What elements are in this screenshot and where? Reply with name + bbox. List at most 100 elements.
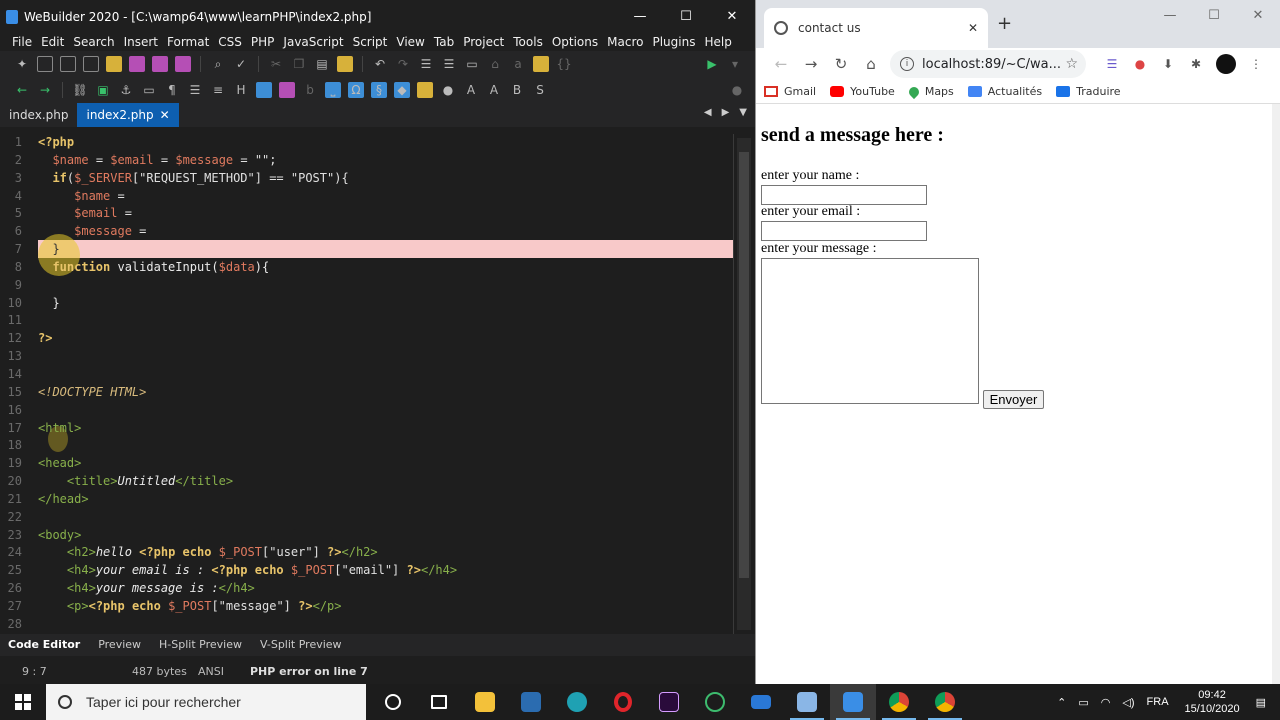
bold-icon[interactable]: B	[509, 82, 525, 98]
tab-scroll-left-icon[interactable]: ◀	[704, 107, 712, 118]
menu-script[interactable]: Script	[353, 35, 388, 49]
editor-close-button[interactable]: ✕	[709, 0, 755, 33]
menu-css[interactable]: CSS	[218, 35, 242, 49]
font-size-down-icon[interactable]: A	[486, 82, 502, 98]
table-icon[interactable]	[256, 82, 272, 98]
editor-minimize-button[interactable]: —	[617, 0, 663, 33]
menu-options[interactable]: Options	[552, 35, 598, 49]
forward-arrow-icon[interactable]: →	[37, 82, 53, 98]
folder-icon[interactable]	[533, 56, 549, 72]
menu-plugins[interactable]: Plugins	[652, 35, 695, 49]
menu-project[interactable]: Project	[463, 35, 504, 49]
outdent-icon[interactable]: ☰	[441, 56, 457, 72]
code-editor[interactable]: 1 2 3 4 5 6 7 8 9 10 11 12 13 14 15 16 17 18 19 20 21 22 23 24 2…	[0, 134, 755, 634]
menu-view[interactable]: View	[396, 35, 424, 49]
taskbar-store[interactable]	[508, 684, 554, 720]
cut-icon[interactable]: ✂	[268, 56, 284, 72]
menu-format[interactable]: Format	[167, 35, 209, 49]
tab-list-icon[interactable]: ▼	[739, 107, 747, 118]
open-folder-icon[interactable]	[106, 56, 122, 72]
start-button[interactable]	[0, 684, 46, 720]
bookmark-youtube[interactable]: YouTube	[830, 85, 895, 98]
back-arrow-icon[interactable]: ←	[14, 82, 30, 98]
paste-icon[interactable]: ▤	[314, 56, 330, 72]
back-icon[interactable]: ←	[766, 55, 796, 73]
snippet-icon[interactable]: ◆	[394, 82, 410, 98]
taskbar-chrome-2[interactable]	[922, 684, 968, 720]
copy-icon[interactable]: ❐	[291, 56, 307, 72]
taskbar-opera[interactable]	[600, 684, 646, 720]
menu-tools[interactable]: Tools	[513, 35, 543, 49]
image-icon[interactable]: ▣	[95, 82, 111, 98]
taskbar-search[interactable]: Taper ici pour rechercher	[46, 684, 366, 720]
page-scrollbar[interactable]	[1272, 104, 1280, 684]
input-language[interactable]: FRA	[1147, 696, 1169, 708]
menu-tab[interactable]: Tab	[434, 35, 454, 49]
menu-javascript[interactable]: JavaScript	[283, 35, 343, 49]
new-tab-button[interactable]: +	[997, 13, 1012, 34]
anchor-icon[interactable]: ⚓	[118, 82, 134, 98]
submit-button[interactable]: Envoyer	[983, 390, 1044, 409]
brush-icon[interactable]	[417, 82, 433, 98]
bookmark-star-icon[interactable]: ☆	[1065, 56, 1078, 72]
menu-php[interactable]: PHP	[251, 35, 275, 49]
run-dropdown-icon[interactable]: ▾	[727, 56, 743, 72]
tab-preview[interactable]: Preview	[90, 634, 151, 656]
editor-titlebar[interactable]: WeBuilder 2020 - [C:\wamp64\www\learnPHP…	[0, 0, 755, 33]
bookmark-actualites[interactable]: Actualités	[967, 85, 1042, 98]
save-all-icon[interactable]	[152, 56, 168, 72]
ordered-list-icon[interactable]: ≡	[210, 82, 226, 98]
heading-icon[interactable]: H	[233, 82, 249, 98]
layout-icon[interactable]: ▭	[464, 56, 480, 72]
code-text[interactable]: <?php $name = $email = $message = ""; if…	[38, 134, 735, 634]
cortana-button[interactable]	[370, 684, 416, 720]
tray-overflow-icon[interactable]: ⌃	[1057, 696, 1066, 709]
more-icon[interactable]: ●	[729, 82, 745, 98]
new-php-icon[interactable]	[83, 56, 99, 72]
browser-close-button[interactable]: ✕	[1236, 0, 1280, 30]
tab-scroll-right-icon[interactable]: ▶	[722, 107, 730, 118]
tab-index-php[interactable]: index.php	[0, 103, 77, 127]
bookmark-maps[interactable]: Maps	[906, 84, 954, 99]
new-css-icon[interactable]	[60, 56, 76, 72]
browser-tab-contact-us[interactable]: contact us ✕	[764, 8, 988, 48]
redo-icon[interactable]: ↷	[395, 56, 411, 72]
taskbar-remote-desktop[interactable]	[784, 684, 830, 720]
message-textarea[interactable]	[761, 258, 979, 404]
forward-icon[interactable]: →	[796, 55, 826, 73]
tab-h-split-preview[interactable]: H-Split Preview	[151, 634, 252, 656]
font-size-up-icon[interactable]: A	[463, 82, 479, 98]
home-icon[interactable]: ⌂	[856, 55, 886, 73]
notifications-icon[interactable]: ▤	[1256, 696, 1266, 709]
menu-insert[interactable]: Insert	[124, 35, 158, 49]
extension-color-icon[interactable]: ●	[1132, 56, 1148, 72]
download-icon[interactable]: ⬇	[1160, 56, 1176, 72]
line-break-icon[interactable]: b	[302, 82, 318, 98]
tab-code-editor[interactable]: Code Editor	[0, 634, 90, 656]
email-input[interactable]	[761, 221, 927, 241]
bookmark-gmail[interactable]: Gmail	[764, 85, 816, 98]
task-view-button[interactable]	[416, 684, 462, 720]
link-icon[interactable]: ⛓	[72, 82, 88, 98]
format-code-icon[interactable]: §	[371, 82, 387, 98]
menu-file[interactable]: File	[12, 35, 32, 49]
editor-maximize-button[interactable]: ☐	[663, 0, 709, 33]
special-char-icon[interactable]: Ω	[348, 82, 364, 98]
comment-icon[interactable]: ▭	[141, 82, 157, 98]
form-icon[interactable]	[279, 82, 295, 98]
editor-scrollbar-thumb[interactable]	[739, 152, 749, 578]
network-icon[interactable]: ▭	[1078, 696, 1088, 709]
taskbar-explorer[interactable]	[462, 684, 508, 720]
new-file-icon[interactable]: ✦	[14, 56, 30, 72]
extension-stack-icon[interactable]: ☰	[1104, 56, 1120, 72]
new-html-icon[interactable]	[37, 56, 53, 72]
extensions-puzzle-icon[interactable]: ✱	[1188, 56, 1204, 72]
site-info-icon[interactable]: i	[900, 57, 914, 71]
taskbar-upwork[interactable]	[692, 684, 738, 720]
browser-maximize-button[interactable]: ☐	[1192, 0, 1236, 30]
abc-icon[interactable]: a	[510, 56, 526, 72]
nbsp-icon[interactable]: ⎵	[325, 82, 341, 98]
menu-help[interactable]: Help	[704, 35, 731, 49]
browser-minimize-button[interactable]: —	[1148, 0, 1192, 30]
menu-edit[interactable]: Edit	[41, 35, 64, 49]
